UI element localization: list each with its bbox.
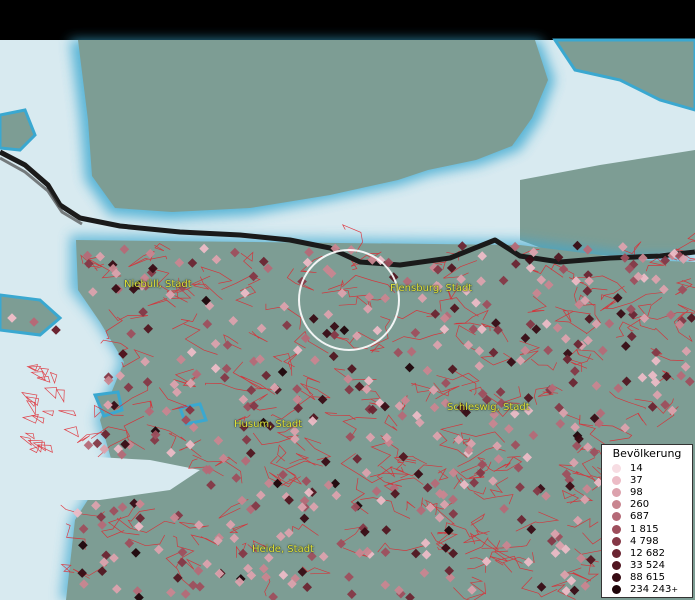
legend-swatch (612, 548, 621, 558)
legend-item: 88 615 (602, 572, 692, 584)
legend-item: 687 (602, 511, 692, 523)
legend-suffix: + (671, 585, 679, 595)
place-label-niebuell: Niebüll, Stadt (124, 279, 192, 290)
legend-swatch (612, 512, 621, 522)
legend-value: 33 524 (630, 560, 665, 572)
legend-items: 14 37 98 260 687 1 815 4 798 12 682 33 524 88 615… (602, 462, 692, 596)
population-legend: Bevölkerung 14 37 98 260 687 1 815 4 798 12 682… (601, 444, 693, 598)
place-label-heide: Heide, Stadt (252, 544, 314, 555)
legend-value: 687 (630, 511, 650, 523)
legend-value: 12 682 (630, 547, 665, 559)
legend-item: 4 798 (602, 535, 692, 547)
legend-swatch (612, 524, 621, 534)
place-label-schleswig: Schleswig, Stadt (447, 402, 530, 413)
legend-title: Bevölkerung (612, 447, 682, 460)
legend-value: 1 815 (630, 523, 659, 535)
legend-value: 98 (630, 486, 643, 498)
legend-value: 37 (630, 474, 643, 486)
legend-value: 4 798 (630, 535, 659, 547)
legend-value: 14 (630, 462, 643, 474)
legend-value: 260 (630, 499, 650, 511)
legend-item: 234 243 + (602, 584, 692, 596)
legend-swatch (612, 561, 621, 571)
place-label-flensburg: Flensburg, Stadt (390, 283, 473, 294)
legend-swatch (612, 463, 621, 473)
legend-value: 234 243 (630, 584, 672, 596)
legend-swatch (612, 573, 621, 583)
legend-item: 98 (602, 486, 692, 498)
legend-item: 260 (602, 499, 692, 511)
legend-item: 33 524 (602, 560, 692, 572)
legend-swatch (612, 475, 621, 485)
legend-swatch (612, 500, 621, 510)
legend-swatch (612, 585, 621, 595)
legend-item: 1 815 (602, 523, 692, 535)
legend-swatch (612, 487, 621, 497)
legend-value: 88 615 (630, 572, 665, 584)
map-canvas[interactable] (0, 0, 695, 600)
top-band (0, 0, 695, 40)
legend-item: 12 682 (602, 547, 692, 559)
legend-swatch (612, 536, 621, 546)
legend-item: 14 (602, 462, 692, 474)
legend-item: 37 (602, 474, 692, 486)
place-label-husum: Husum, Stadt (234, 419, 303, 430)
